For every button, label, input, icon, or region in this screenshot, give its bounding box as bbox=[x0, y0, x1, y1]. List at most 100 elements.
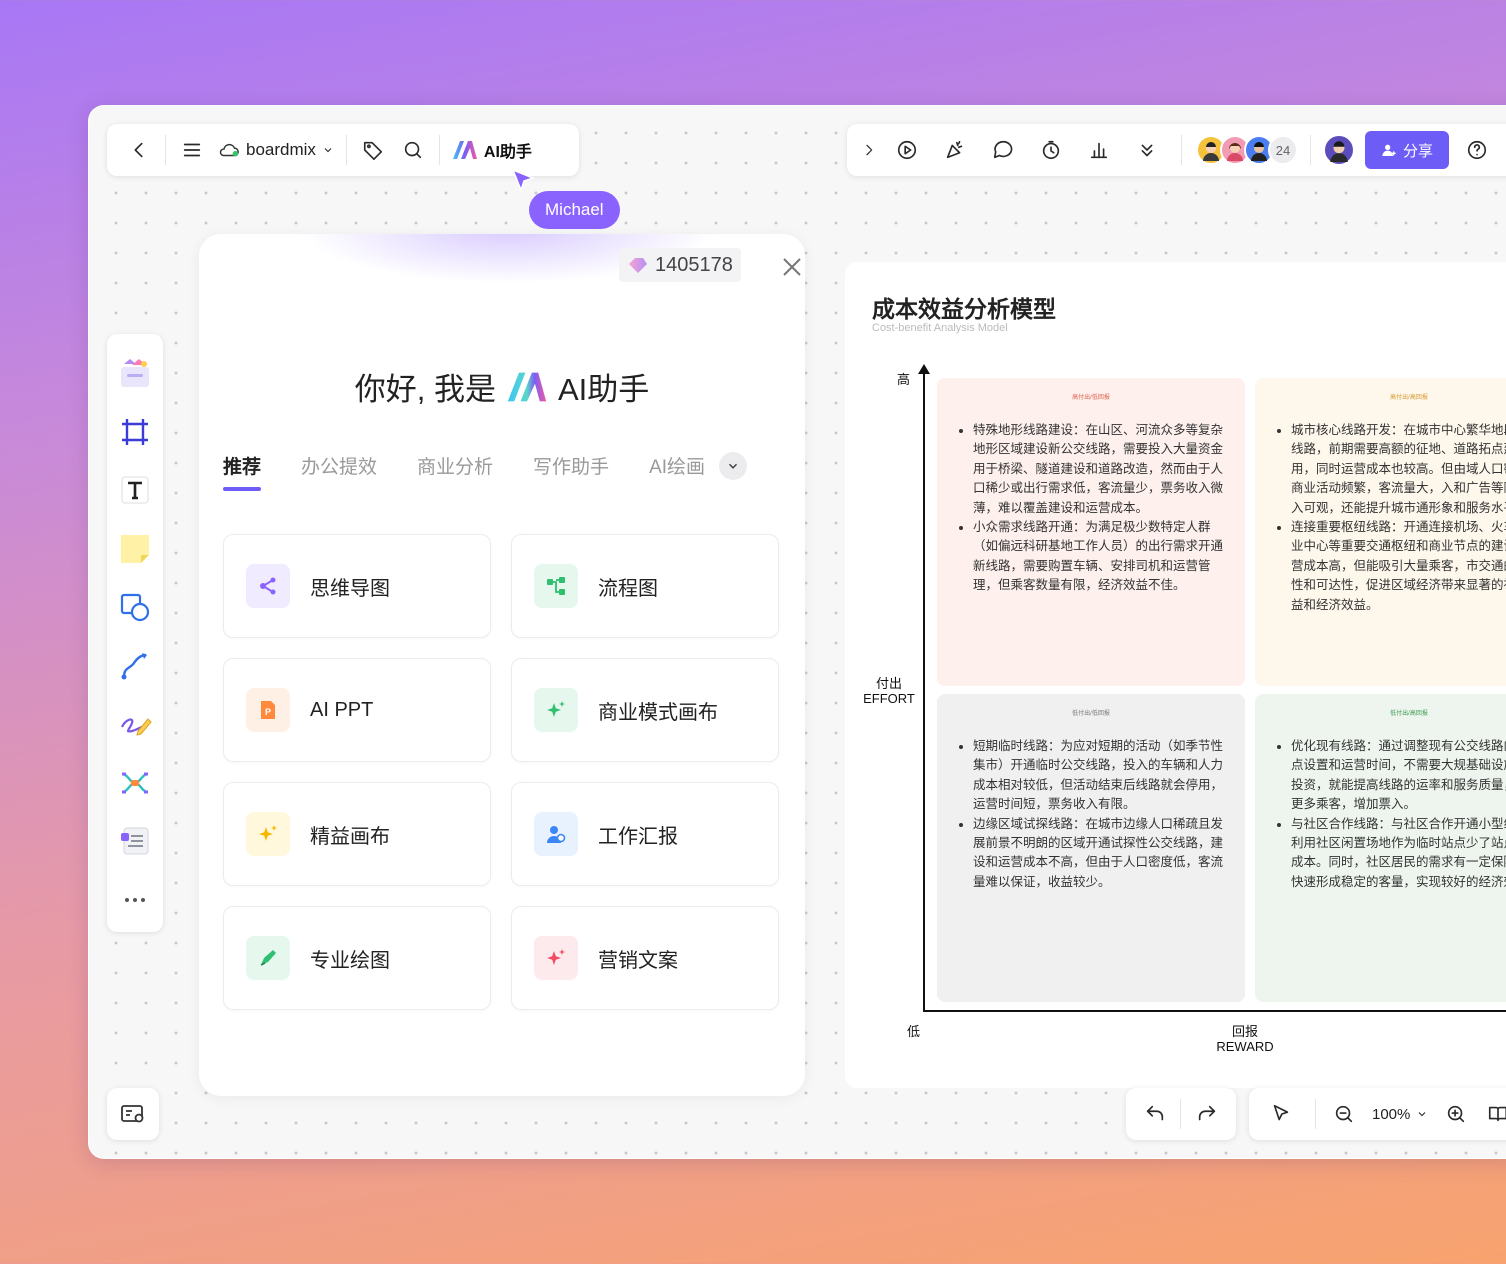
quadrant-tag: 低付出/低回报 bbox=[1072, 711, 1110, 717]
feature-card-pro-drawing[interactable]: 专业绘图 bbox=[223, 906, 491, 1010]
book-icon bbox=[1489, 1106, 1506, 1122]
credits-badge[interactable]: 1405178 bbox=[619, 248, 741, 282]
card-label: 工作汇报 bbox=[598, 825, 678, 848]
x-axis-title: 回报 REWARD bbox=[1205, 1024, 1285, 1054]
tab-business-analysis[interactable]: 商业分析 bbox=[417, 452, 493, 491]
connector-tool[interactable] bbox=[113, 637, 157, 696]
undo-button[interactable] bbox=[1135, 1094, 1175, 1134]
person-report-icon bbox=[534, 812, 578, 856]
tag-icon bbox=[363, 141, 382, 160]
list-item: 与社区合作线路：与社区合作开通小型线路，利用社区闲置场地作为临时站点少了站点建设… bbox=[1291, 815, 1506, 893]
divider bbox=[1310, 135, 1311, 165]
feature-card-flowchart[interactable]: 流程图 bbox=[511, 534, 779, 638]
template-tool[interactable] bbox=[113, 344, 157, 403]
tab-recommended[interactable]: 推荐 bbox=[223, 452, 262, 491]
list-item: 短期临时线路：为应对短期的活动（如季节性集市）开通临时公交线路，投入的车辆和人力… bbox=[973, 737, 1227, 815]
list-item: 连接重要枢纽线路：开通连接机场、火车型商业中心等重要交通枢纽和商业节点的建设和运… bbox=[1291, 518, 1506, 615]
frame-tool[interactable] bbox=[113, 403, 157, 462]
feature-card-lean-canvas[interactable]: 精益画布 bbox=[223, 782, 491, 886]
x-axis bbox=[923, 1010, 1506, 1012]
quadrant-low-effort-low-reward[interactable]: 低付出/低回报 短期临时线路：为应对短期的活动（如季节性集市）开通临时公交线路，… bbox=[937, 694, 1245, 1002]
quadrant-low-effort-high-reward[interactable]: 低付出/高回报 优化现有线路：通过调整现有公交线路向、站点设置和运营时间，不需要… bbox=[1255, 694, 1506, 1002]
tab-office[interactable]: 办公提效 bbox=[301, 452, 377, 491]
cursor-arrow-icon bbox=[511, 168, 536, 193]
card-label: AI PPT bbox=[310, 698, 374, 721]
select-tool-button[interactable] bbox=[1261, 1094, 1301, 1134]
svg-text:P: P bbox=[265, 707, 271, 717]
sticky-note-tool[interactable] bbox=[113, 520, 157, 579]
quadrant-tag: 高付出/高回报 bbox=[1390, 395, 1428, 401]
history-toolbar bbox=[1126, 1088, 1236, 1140]
undo-icon bbox=[1146, 1105, 1163, 1121]
person-avatar-icon bbox=[1330, 141, 1348, 162]
chevron-right-icon bbox=[866, 144, 873, 156]
text-icon bbox=[121, 476, 149, 504]
board-title: 成本效益分析模型 bbox=[872, 296, 1056, 322]
collaborator-avatars[interactable]: 24 bbox=[1196, 135, 1298, 165]
close-icon[interactable] bbox=[781, 256, 803, 278]
collapse-toolbar-button[interactable] bbox=[857, 130, 881, 170]
list-item: 特殊地形线路建设：在山区、河流众多等复杂地形区域建设新公交线路，需要投入大量资金… bbox=[973, 421, 1227, 518]
card-label: 专业绘图 bbox=[310, 949, 390, 972]
minimap-icon bbox=[121, 1105, 144, 1123]
vote-button[interactable] bbox=[1079, 130, 1119, 170]
chevron-down-icon bbox=[1418, 1112, 1426, 1117]
card-label: 商业模式画布 bbox=[598, 701, 718, 724]
search-button[interactable] bbox=[393, 130, 433, 170]
timer-button[interactable] bbox=[1031, 130, 1071, 170]
document-list-icon bbox=[121, 827, 149, 855]
book-button[interactable] bbox=[1484, 1094, 1506, 1134]
ai-category-tabs: 推荐 办公提效 商业分析 写作助手 AI绘画 bbox=[223, 451, 783, 491]
flowchart-icon bbox=[534, 564, 578, 608]
y-axis-title: 付出 EFFORT bbox=[859, 676, 919, 706]
menu-button[interactable] bbox=[172, 130, 212, 170]
more-tools-button[interactable] bbox=[1127, 130, 1167, 170]
feature-card-ai-ppt[interactable]: P AI PPT bbox=[223, 658, 491, 762]
zoom-out-button[interactable] bbox=[1330, 1094, 1358, 1134]
ai-assistant-button[interactable]: AI助手 bbox=[446, 138, 538, 162]
quadrant-high-effort-high-reward[interactable]: 高付出/高回报 城市核心线路开发：在城市中心繁华地段公交线路，前期需要高额的征地… bbox=[1255, 378, 1506, 686]
board-subtitle: Cost-benefit Analysis Model bbox=[872, 322, 1008, 334]
feature-card-marketing-copy[interactable]: 营销文案 bbox=[511, 906, 779, 1010]
text-tool[interactable] bbox=[113, 461, 157, 520]
file-menu-button[interactable]: boardmix bbox=[212, 140, 340, 160]
divider bbox=[1315, 1099, 1316, 1129]
sticky-note-icon bbox=[121, 534, 149, 563]
zoom-level-dropdown[interactable]: 100% bbox=[1372, 1106, 1428, 1123]
more-tools-button[interactable] bbox=[113, 871, 157, 930]
celebrate-button[interactable] bbox=[935, 130, 975, 170]
shapes-icon bbox=[120, 594, 150, 622]
card-label: 流程图 bbox=[598, 577, 658, 600]
back-button[interactable] bbox=[119, 130, 159, 170]
minimap-button[interactable] bbox=[107, 1088, 159, 1140]
brand-name: boardmix bbox=[246, 140, 316, 159]
tab-writing[interactable]: 写作助手 bbox=[533, 452, 609, 491]
tabs-expand-button[interactable] bbox=[719, 451, 748, 480]
share-button[interactable]: 分享 bbox=[1365, 131, 1450, 169]
table-tool[interactable] bbox=[113, 812, 157, 871]
zoom-in-button[interactable] bbox=[1442, 1094, 1470, 1134]
shape-tool[interactable] bbox=[113, 578, 157, 637]
feature-card-mindmap[interactable]: 思维导图 bbox=[223, 534, 491, 638]
tag-button[interactable] bbox=[353, 130, 393, 170]
feature-card-business-canvas[interactable]: 商业模式画布 bbox=[511, 658, 779, 762]
mindmap-icon bbox=[246, 564, 290, 608]
redo-button[interactable] bbox=[1187, 1094, 1227, 1134]
feature-card-work-report[interactable]: 工作汇报 bbox=[511, 782, 779, 886]
comment-icon bbox=[993, 140, 1013, 159]
cost-benefit-board[interactable]: 成本效益分析模型 Cost-benefit Analysis Model 高 付… bbox=[845, 262, 1506, 1088]
current-user-avatar[interactable] bbox=[1323, 134, 1355, 166]
present-button[interactable] bbox=[887, 130, 927, 170]
hamburger-icon bbox=[183, 143, 201, 157]
mindmap-tool[interactable] bbox=[113, 754, 157, 813]
app-window: boardmix AI助手 Michael 24 分享 1405178 你好, … bbox=[88, 105, 1506, 1159]
sparkle-icon bbox=[534, 936, 578, 980]
quadrant-high-effort-low-reward[interactable]: 高付出/低回报 特殊地形线路建设：在山区、河流众多等复杂地形区域建设新公交线路，… bbox=[937, 378, 1245, 686]
comment-button[interactable] bbox=[983, 130, 1023, 170]
help-button[interactable] bbox=[1457, 130, 1497, 170]
pen-tool[interactable] bbox=[113, 695, 157, 754]
tab-ai-drawing[interactable]: AI绘画 bbox=[649, 452, 705, 491]
x-axis-low-label: 低 bbox=[907, 1024, 921, 1039]
ai-assistant-label: AI助手 bbox=[483, 144, 532, 161]
x-axis-title-en: REWARD bbox=[1216, 1039, 1274, 1054]
